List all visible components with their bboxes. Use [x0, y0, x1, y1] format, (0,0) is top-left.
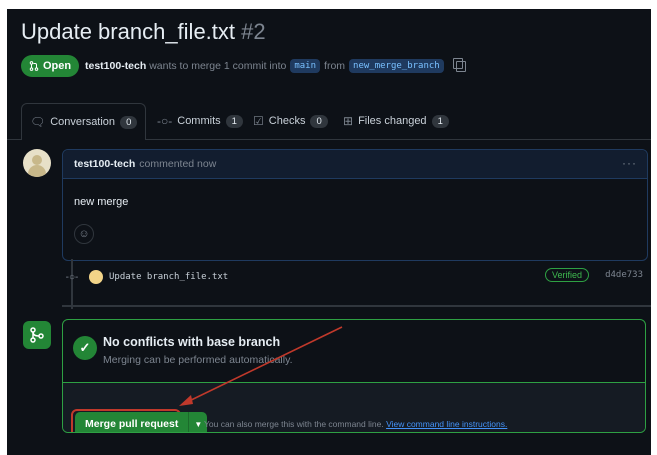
merge-pull-request-button[interactable]: Merge pull request: [75, 412, 189, 432]
commit-icon: -○-: [65, 271, 79, 283]
comment-header: test100-tech commented now ···: [63, 150, 647, 179]
check-icon: ✓: [73, 336, 97, 360]
cli-instructions-link[interactable]: View command line instructions.: [386, 419, 507, 429]
commit-author-avatar[interactable]: [89, 270, 103, 284]
merge-description: wants to merge 1 commit into: [149, 60, 287, 72]
pull-request-icon: [29, 61, 39, 71]
tab-commits[interactable]: -○- Commits 1: [157, 103, 243, 139]
copy-icon[interactable]: [452, 57, 466, 72]
timeline-divider: [62, 305, 651, 307]
tab-count: 0: [310, 114, 328, 128]
merge-footer: Merge pull request ▼ You can also merge …: [63, 382, 645, 432]
git-merge-icon: [30, 327, 44, 343]
cli-hint: You can also merge this with the command…: [204, 419, 507, 429]
cli-hint-text: You can also merge this with the command…: [204, 419, 384, 429]
pr-title: Update branch_file.txt #2: [21, 17, 266, 47]
avatar[interactable]: [23, 149, 51, 177]
merge-status-subtitle: Merging can be performed automatically.: [103, 354, 293, 366]
pr-author-link[interactable]: test100-tech: [85, 60, 146, 72]
add-reaction-icon[interactable]: ☺: [74, 224, 94, 244]
comment-card: test100-tech commented now ··· new merge…: [62, 149, 648, 261]
tab-label: Files changed: [358, 115, 427, 127]
tab-label: Commits: [177, 115, 221, 127]
pr-number: #2: [241, 19, 266, 44]
merge-button-group: Merge pull request ▼: [75, 412, 208, 432]
tab-label: Conversation: [50, 116, 116, 128]
base-branch[interactable]: main: [290, 59, 321, 73]
tab-count: 0: [120, 115, 138, 129]
tab-files-changed[interactable]: ⊞ Files changed 1: [343, 103, 449, 139]
pr-meta: test100-tech wants to merge 1 commit int…: [85, 55, 466, 77]
file-diff-icon: ⊞: [343, 114, 354, 128]
merge-status-title: No conflicts with base branch: [103, 335, 281, 349]
checklist-icon: ☑: [253, 114, 264, 128]
tab-label: Checks: [268, 115, 306, 127]
tab-conversation[interactable]: 🗨 Conversation 0: [21, 103, 147, 140]
head-branch[interactable]: new_merge_branch: [349, 59, 444, 73]
comment-icon: 🗨: [30, 115, 46, 129]
comment-author[interactable]: test100-tech: [74, 158, 135, 170]
tab-count: 1: [431, 114, 449, 128]
status-badge: Open: [21, 55, 80, 77]
comment-timestamp: commented now: [139, 158, 217, 170]
comment-body: new merge: [74, 196, 129, 208]
pr-title-text: Update branch_file.txt: [21, 19, 236, 44]
tab-count: 1: [225, 114, 243, 128]
tab-checks[interactable]: ☑ Checks 0: [253, 103, 328, 139]
commit-icon: -○-: [157, 114, 173, 128]
more-options-icon[interactable]: ···: [622, 156, 637, 170]
commit-message[interactable]: Update branch_file.txt: [109, 272, 228, 282]
merge-status-icon: [23, 321, 51, 349]
commit-sha[interactable]: d4de733: [605, 270, 643, 280]
pr-tabs: 🗨 Conversation 0 -○- Commits 1 ☑ Checks …: [7, 103, 651, 140]
pr-page: Update branch_file.txt #2 Open test100-t…: [7, 9, 651, 455]
status-label: Open: [43, 60, 72, 72]
commit-row: -○- Update branch_file.txt Verified d4de…: [65, 267, 649, 287]
merge-panel: ✓ No conflicts with base branch Merging …: [62, 319, 646, 433]
verified-badge[interactable]: Verified: [544, 268, 589, 282]
from-text: from: [324, 60, 346, 72]
